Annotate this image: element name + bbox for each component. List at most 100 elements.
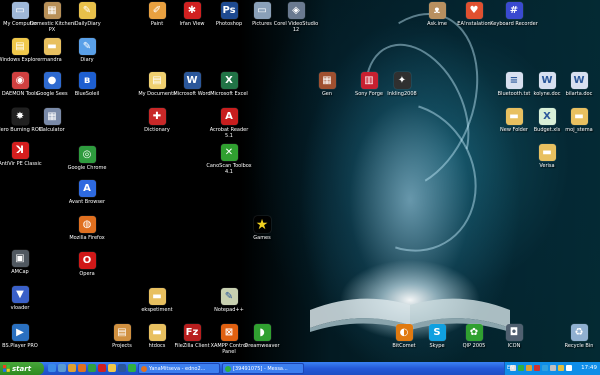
- text-file-icon: ≡: [505, 72, 523, 89]
- games-icon: ★: [253, 216, 271, 233]
- desktop-icon-label: moj_stema: [565, 127, 593, 133]
- desktop-icon[interactable]: ✎ Diary: [63, 38, 111, 63]
- chrome-icon[interactable]: [88, 364, 96, 372]
- taskbar-button[interactable]: [39491075] - Messa...: [222, 363, 304, 374]
- opera-icon[interactable]: [98, 364, 106, 372]
- clock[interactable]: 17:49: [581, 365, 597, 371]
- ie-icon[interactable]: [48, 364, 56, 372]
- desktop-icon-label: CanoScan Toolbox 4.1: [206, 163, 252, 175]
- desktop-icon[interactable]: ✚ Dictionary: [133, 108, 181, 133]
- firefox-icon[interactable]: [78, 364, 86, 372]
- desktop-icon[interactable]: ★ Games: [238, 216, 286, 241]
- gen-icon: ▦: [318, 72, 336, 89]
- desktop-icon[interactable]: ♻ Recycle Bin: [555, 324, 600, 349]
- diary-icon: ✎: [78, 38, 96, 55]
- desktop-icon-label: Calculator: [39, 127, 65, 133]
- cat-icon: ᴥ: [428, 2, 446, 19]
- desktop-icon[interactable]: ▼ vloader: [0, 286, 44, 311]
- tray-icon-5[interactable]: [542, 365, 548, 371]
- desktop-icon[interactable]: # Keyboard Recorder: [490, 2, 538, 27]
- messenger-icon[interactable]: [128, 364, 136, 372]
- language-indicator[interactable]: EN: [507, 365, 514, 371]
- desktop-icon[interactable]: O Opera: [63, 252, 111, 277]
- forge-icon: ▥: [360, 72, 378, 89]
- folder-icon: ▬: [570, 108, 588, 125]
- desktop-icon[interactable]: ▦ Calculator: [28, 108, 76, 133]
- desktop-icon[interactable]: ▬ ekspetiment: [133, 288, 181, 313]
- desktop-icon-label: Avant Browser: [68, 199, 106, 205]
- desktop-icon[interactable]: ▬ Verisa: [523, 144, 571, 169]
- desktop-icon-label: BlueSoleil: [74, 91, 100, 97]
- desktop-icon-label: AntiVir PE Classic: [0, 161, 42, 167]
- computer-icon: ▭: [11, 2, 29, 19]
- desktop-icon-label: Dreamweaver: [244, 343, 280, 349]
- desktop-icon-label: Games: [253, 235, 271, 241]
- start-label: start: [12, 364, 32, 373]
- desktop-icon-label: ICON: [507, 343, 521, 349]
- folder-icon: ▬: [148, 324, 166, 341]
- desktop-icon[interactable]: ꓘ AntiVir PE Classic: [0, 142, 44, 167]
- desktop-icon[interactable]: X Microsoft Excel: [205, 72, 253, 97]
- desktop-icon[interactable]: ✎ iDailyDiary: [63, 2, 111, 27]
- desktop-icon[interactable]: ◍ Mozilla Firefox: [63, 216, 111, 241]
- desktop-icon-label: Gen: [321, 91, 333, 97]
- desktop-icon[interactable]: A Avant Browser: [63, 180, 111, 205]
- desktop-icon[interactable]: ◎ Google Chrome: [63, 146, 111, 171]
- media-player-icon[interactable]: [68, 364, 76, 372]
- messenger-icon: [225, 365, 231, 372]
- tray-icon-4[interactable]: [534, 365, 540, 371]
- taskbar-button-label: [39491075] - Messa...: [233, 365, 288, 372]
- desktop-icon-label: Diary: [80, 57, 94, 63]
- photoshop-icon: Ps: [220, 2, 238, 19]
- firefox-icon: ◍: [78, 216, 96, 233]
- desktop-icon[interactable]: ▣ AMCap: [0, 250, 44, 275]
- start-button[interactable]: start: [0, 362, 44, 375]
- desktop-icon[interactable]: ʙ BlueSoleil: [63, 72, 111, 97]
- ea-heart-icon: ♥: [465, 2, 483, 19]
- avant-icon: A: [78, 180, 96, 197]
- canoscan-icon: ✕: [220, 144, 238, 161]
- desktop-icon[interactable]: A Acrobat Reader 5.1: [205, 108, 253, 139]
- projects-icon: ▤: [113, 324, 131, 341]
- desktop-icon[interactable]: ◈ Corel VideoStudio 12: [272, 2, 320, 33]
- desktop-icon[interactable]: ✎ Notepad++: [205, 288, 253, 313]
- calculator-icon: ▦: [43, 108, 61, 125]
- recycle-bin-icon: ♻: [570, 324, 588, 341]
- word-icon[interactable]: [118, 364, 126, 372]
- desktop-icon[interactable]: ◗ Dreamweaver: [238, 324, 286, 349]
- windows-logo-icon: [3, 365, 10, 372]
- notepad-icon: ✎: [220, 288, 238, 305]
- tray-icon-3[interactable]: [526, 365, 532, 371]
- tray-icon-7[interactable]: [558, 365, 564, 371]
- irfanview-icon: ✱: [183, 2, 201, 19]
- desktop-icon[interactable]: Wbilarta.doc: [555, 72, 600, 97]
- tray-icon-6[interactable]: [550, 365, 556, 371]
- bluetooth-icon: ʙ: [78, 72, 96, 89]
- desktop-icon[interactable]: ▦ Gen: [303, 72, 351, 97]
- desktop-icon[interactable]: ◘ ICON: [490, 324, 538, 349]
- folder-icon: ▬: [505, 108, 523, 125]
- daemon-icon: ◉: [11, 72, 29, 89]
- inkling-icon: ✦: [393, 72, 411, 89]
- explorer-icon[interactable]: [108, 364, 116, 372]
- desktop-icon-label: Microsoft Excel: [210, 91, 248, 97]
- desktop-icon-label: Recycle Bin: [564, 343, 594, 349]
- desktop-icon[interactable]: ✦ Inkling2008: [378, 72, 426, 97]
- keyboard-icon: #: [505, 2, 523, 19]
- desktop-icon[interactable]: [58, 364, 66, 372]
- taskbar-button[interactable]: YanaMitseva - edno2...: [138, 363, 220, 374]
- volume-icon[interactable]: [566, 365, 572, 371]
- tray-icon-2[interactable]: [518, 365, 524, 371]
- icon-app-icon: ◘: [505, 324, 523, 341]
- folder-icon: ▬: [538, 144, 556, 161]
- desktop-icon[interactable]: ▶ BS.Player PRO: [0, 324, 44, 349]
- desktop-icon[interactable]: ✕ CanoScan Toolbox 4.1: [205, 144, 253, 175]
- diary-icon: ✎: [78, 2, 96, 19]
- desktop-icon[interactable]: ▬ moj_stema: [555, 108, 600, 133]
- desktop-icon-label: Inkling2008: [387, 91, 417, 97]
- google-earth-icon: ●: [43, 72, 61, 89]
- desktop-icon-label: Opera: [79, 271, 95, 277]
- nero-icon: ✸: [11, 108, 29, 125]
- desktop-icon-label: Verisa: [539, 163, 555, 169]
- dreamweaver-icon: ◗: [253, 324, 271, 341]
